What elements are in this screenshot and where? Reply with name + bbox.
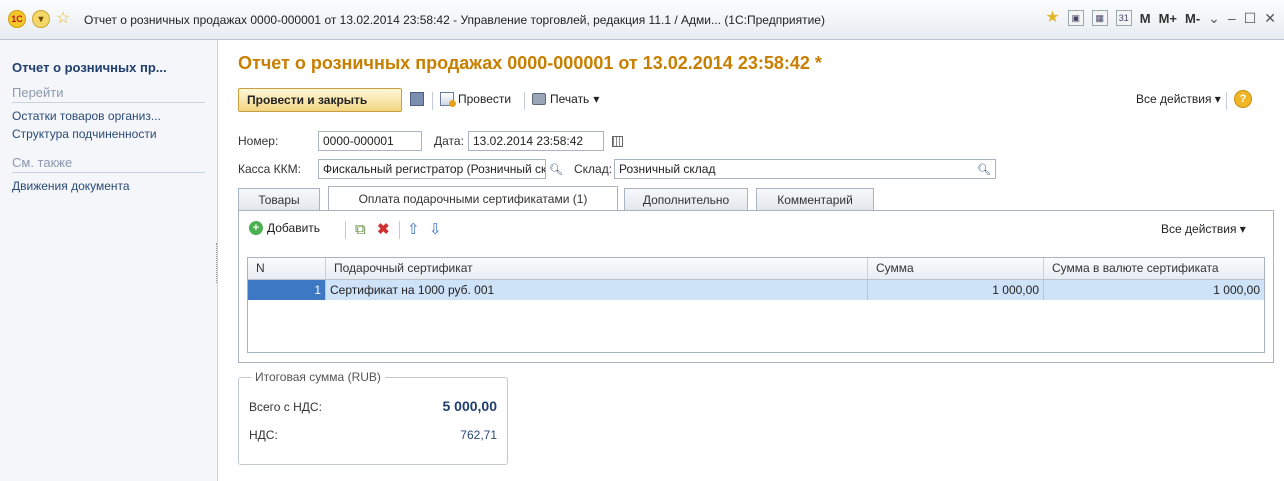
number-field[interactable]: 0000-000001 xyxy=(318,131,422,151)
table-header: N Подарочный сертификат Сумма Сумма в ва… xyxy=(248,258,1264,280)
titlebar-right-controls: ★ ▣ ▦ 31 M M+ M- ⌄ – ☐ ✕ xyxy=(1045,9,1276,27)
all-actions-button[interactable]: Все действия ▾ xyxy=(1136,92,1221,106)
memory-mminus-button[interactable]: M- xyxy=(1185,11,1200,26)
toolbar-divider xyxy=(399,221,400,239)
post-and-close-button[interactable]: Провести и закрыть xyxy=(238,88,402,112)
toolbar-divider xyxy=(524,92,525,110)
warehouse-field[interactable]: Розничный склад xyxy=(614,159,996,179)
post-icon xyxy=(440,92,456,107)
minimize-icon[interactable]: – xyxy=(1228,10,1236,26)
total-label: Всего с НДС: xyxy=(249,400,322,414)
tab-panel-gift-certificates: + Добавить ⧉ ✖ ⇧ ⇩ Все действия ▾ N Пода… xyxy=(238,210,1274,363)
app-logo-icon[interactable]: 1С xyxy=(8,10,26,28)
maximize-icon[interactable]: ☐ xyxy=(1244,10,1257,27)
sidebar-group-see-also: См. также xyxy=(12,155,205,173)
save-button[interactable] xyxy=(410,92,424,106)
post-button[interactable]: Провести xyxy=(440,92,512,107)
table-all-actions-button[interactable]: Все действия ▾ xyxy=(1161,222,1246,236)
cell-certificate[interactable]: Сертификат на 1000 руб. 001 xyxy=(326,280,868,300)
cell-amount-currency[interactable]: 1 000,00 xyxy=(1044,280,1264,300)
column-header-amount-currency[interactable]: Сумма в валюте сертификата xyxy=(1044,258,1264,279)
search-icon: 🔍︎ xyxy=(977,163,991,176)
move-down-icon[interactable]: ⇩ xyxy=(429,222,442,238)
post-label: Провести xyxy=(458,92,512,106)
move-up-icon[interactable]: ⇧ xyxy=(407,222,420,238)
table-row[interactable]: 1 Сертификат на 1000 руб. 001 1 000,00 1… xyxy=(248,280,1264,300)
chevron-down-icon: ▾ xyxy=(593,92,600,106)
add-row-button[interactable]: + Добавить xyxy=(249,221,320,235)
dropdown-icon[interactable]: ⌄ xyxy=(1208,10,1220,27)
tab-gift-certificates[interactable]: Оплата подарочными сертификатами (1) xyxy=(328,186,618,210)
favorites-star-icon[interactable]: ☆ xyxy=(56,10,70,28)
totals-legend: Итоговая сумма (RUB) xyxy=(251,370,385,384)
kkm-field[interactable]: Фискальный регистратор (Розничный склад xyxy=(318,159,546,179)
search-icon: 🔍︎ xyxy=(549,163,563,176)
print-label: Печать xyxy=(550,92,590,106)
printer-icon xyxy=(532,93,546,105)
toolbar-divider xyxy=(345,221,346,239)
totals-groupbox: Итоговая сумма (RUB) Всего с НДС: 5 000,… xyxy=(238,370,508,465)
warehouse-search-button[interactable]: 🔍︎ xyxy=(976,160,992,178)
sidebar-item-structure[interactable]: Структура подчиненности xyxy=(12,125,205,143)
add-favorite-icon[interactable]: ★ xyxy=(1045,9,1059,27)
navigation-sidebar: Отчет о розничных пр... Перейти Остатки … xyxy=(0,40,218,481)
delete-row-icon[interactable]: ✖ xyxy=(377,222,390,238)
vat-label: НДС: xyxy=(249,428,278,442)
tab-goods[interactable]: Товары xyxy=(238,188,320,210)
memory-mplus-button[interactable]: M+ xyxy=(1159,11,1177,26)
number-label: Номер: xyxy=(238,134,279,148)
column-header-amount[interactable]: Сумма xyxy=(868,258,1044,279)
calendar-picker-button[interactable] xyxy=(609,132,625,150)
calendar-icon[interactable]: 31 xyxy=(1115,10,1132,26)
page-title: Отчет о розничных продажах 0000-000001 о… xyxy=(238,53,822,73)
history-icon[interactable]: ▣ xyxy=(1067,10,1084,26)
toolbar-divider xyxy=(1226,92,1227,110)
all-actions-label: Все действия xyxy=(1136,92,1212,106)
date-value: 13.02.2014 23:58:42 xyxy=(473,134,584,148)
window-title: Отчет о розничных продажах 0000-000001 о… xyxy=(84,13,825,27)
calendar-icon xyxy=(611,135,623,147)
toolbar-divider xyxy=(432,92,433,110)
sidebar-splitter[interactable] xyxy=(216,243,219,283)
kkm-label: Касса ККМ: xyxy=(238,162,301,176)
sidebar-group-goto: Перейти xyxy=(12,85,205,103)
tab-comment[interactable]: Комментарий xyxy=(756,188,874,210)
copy-row-icon[interactable]: ⧉ xyxy=(355,222,366,238)
command-bar: Провести и закрыть Провести Печать ▾ Все… xyxy=(238,88,1268,114)
column-header-certificate[interactable]: Подарочный сертификат xyxy=(326,258,868,279)
date-label: Дата: xyxy=(434,134,464,148)
kkm-search-button[interactable]: 🔍︎ xyxy=(548,160,564,178)
calculator-icon[interactable]: ▦ xyxy=(1091,10,1108,26)
table-toolbar: + Добавить ⧉ ✖ ⇧ ⇩ Все действия ▾ xyxy=(249,219,1259,241)
column-header-n[interactable]: N xyxy=(248,258,326,279)
document-form: Отчет о розничных продажах 0000-000001 о… xyxy=(230,40,1280,481)
titlebar-left-controls: 1С ▾ ☆ xyxy=(8,10,70,28)
date-field[interactable]: 13.02.2014 23:58:42 xyxy=(468,131,604,151)
certificates-table[interactable]: N Подарочный сертификат Сумма Сумма в ва… xyxy=(247,257,1265,353)
table-all-actions-label: Все действия xyxy=(1161,222,1237,236)
close-icon[interactable]: ✕ xyxy=(1264,10,1276,27)
add-icon: + xyxy=(249,221,263,235)
memory-m-button[interactable]: M xyxy=(1140,11,1151,26)
sidebar-item-stock[interactable]: Остатки товаров организ... xyxy=(12,107,205,125)
warehouse-label: Склад: xyxy=(574,162,613,176)
vat-value: 762,71 xyxy=(460,428,497,442)
tab-additional[interactable]: Дополнительно xyxy=(624,188,748,210)
main-menu-icon[interactable]: ▾ xyxy=(32,10,50,28)
save-icon xyxy=(410,92,424,106)
sidebar-title[interactable]: Отчет о розничных пр... xyxy=(12,60,205,75)
total-value: 5 000,00 xyxy=(442,398,498,414)
sidebar-item-movements[interactable]: Движения документа xyxy=(12,177,205,195)
cell-amount[interactable]: 1 000,00 xyxy=(868,280,1044,300)
cell-n[interactable]: 1 xyxy=(248,280,326,300)
help-button[interactable]: ? xyxy=(1234,90,1252,108)
print-button[interactable]: Печать ▾ xyxy=(532,92,599,106)
window-titlebar: 1С ▾ ☆ Отчет о розничных продажах 0000-0… xyxy=(0,0,1284,40)
add-label: Добавить xyxy=(267,221,321,235)
